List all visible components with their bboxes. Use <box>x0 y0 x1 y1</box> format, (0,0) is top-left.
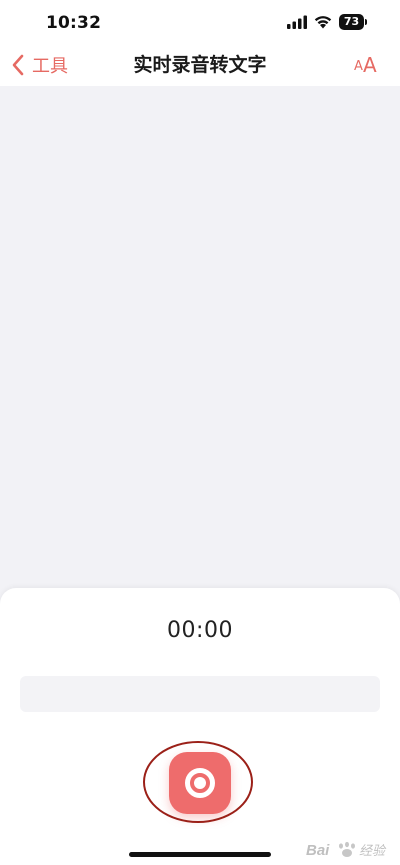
svg-text:Bai: Bai <box>306 842 330 859</box>
baidu-watermark-logo: Bai 经验 <box>306 838 396 862</box>
back-label: 工具 <box>32 56 68 77</box>
record-button[interactable] <box>169 752 231 814</box>
svg-text:经验: 经验 <box>359 843 387 859</box>
recording-timer: 00:00 <box>167 618 233 643</box>
font-size-button[interactable]: A A <box>352 52 382 78</box>
home-indicator[interactable] <box>129 852 271 857</box>
status-time: 10:32 <box>46 13 102 33</box>
font-size-icon-small: A <box>354 59 363 74</box>
waveform-bar <box>20 676 380 712</box>
status-bar: 10:32 73 <box>0 0 400 44</box>
cellular-signal-icon <box>287 15 307 29</box>
chevron-left-icon <box>12 54 24 76</box>
back-button[interactable]: 工具 <box>10 50 68 80</box>
recording-panel: 00:00 <box>0 588 400 865</box>
battery-icon: 73 <box>339 14 369 30</box>
font-size-icon-large: A <box>363 53 377 77</box>
watermark-icon: Bai 经验 <box>306 841 387 859</box>
app-screen: 10:32 73 工具 实时录音转文字 A A 00:00 Bai 经验 <box>0 0 400 865</box>
transcript-area[interactable] <box>0 86 400 606</box>
wifi-icon <box>314 16 332 29</box>
nav-bar: 工具 实时录音转文字 A A <box>0 44 400 86</box>
battery-level: 73 <box>343 15 360 28</box>
